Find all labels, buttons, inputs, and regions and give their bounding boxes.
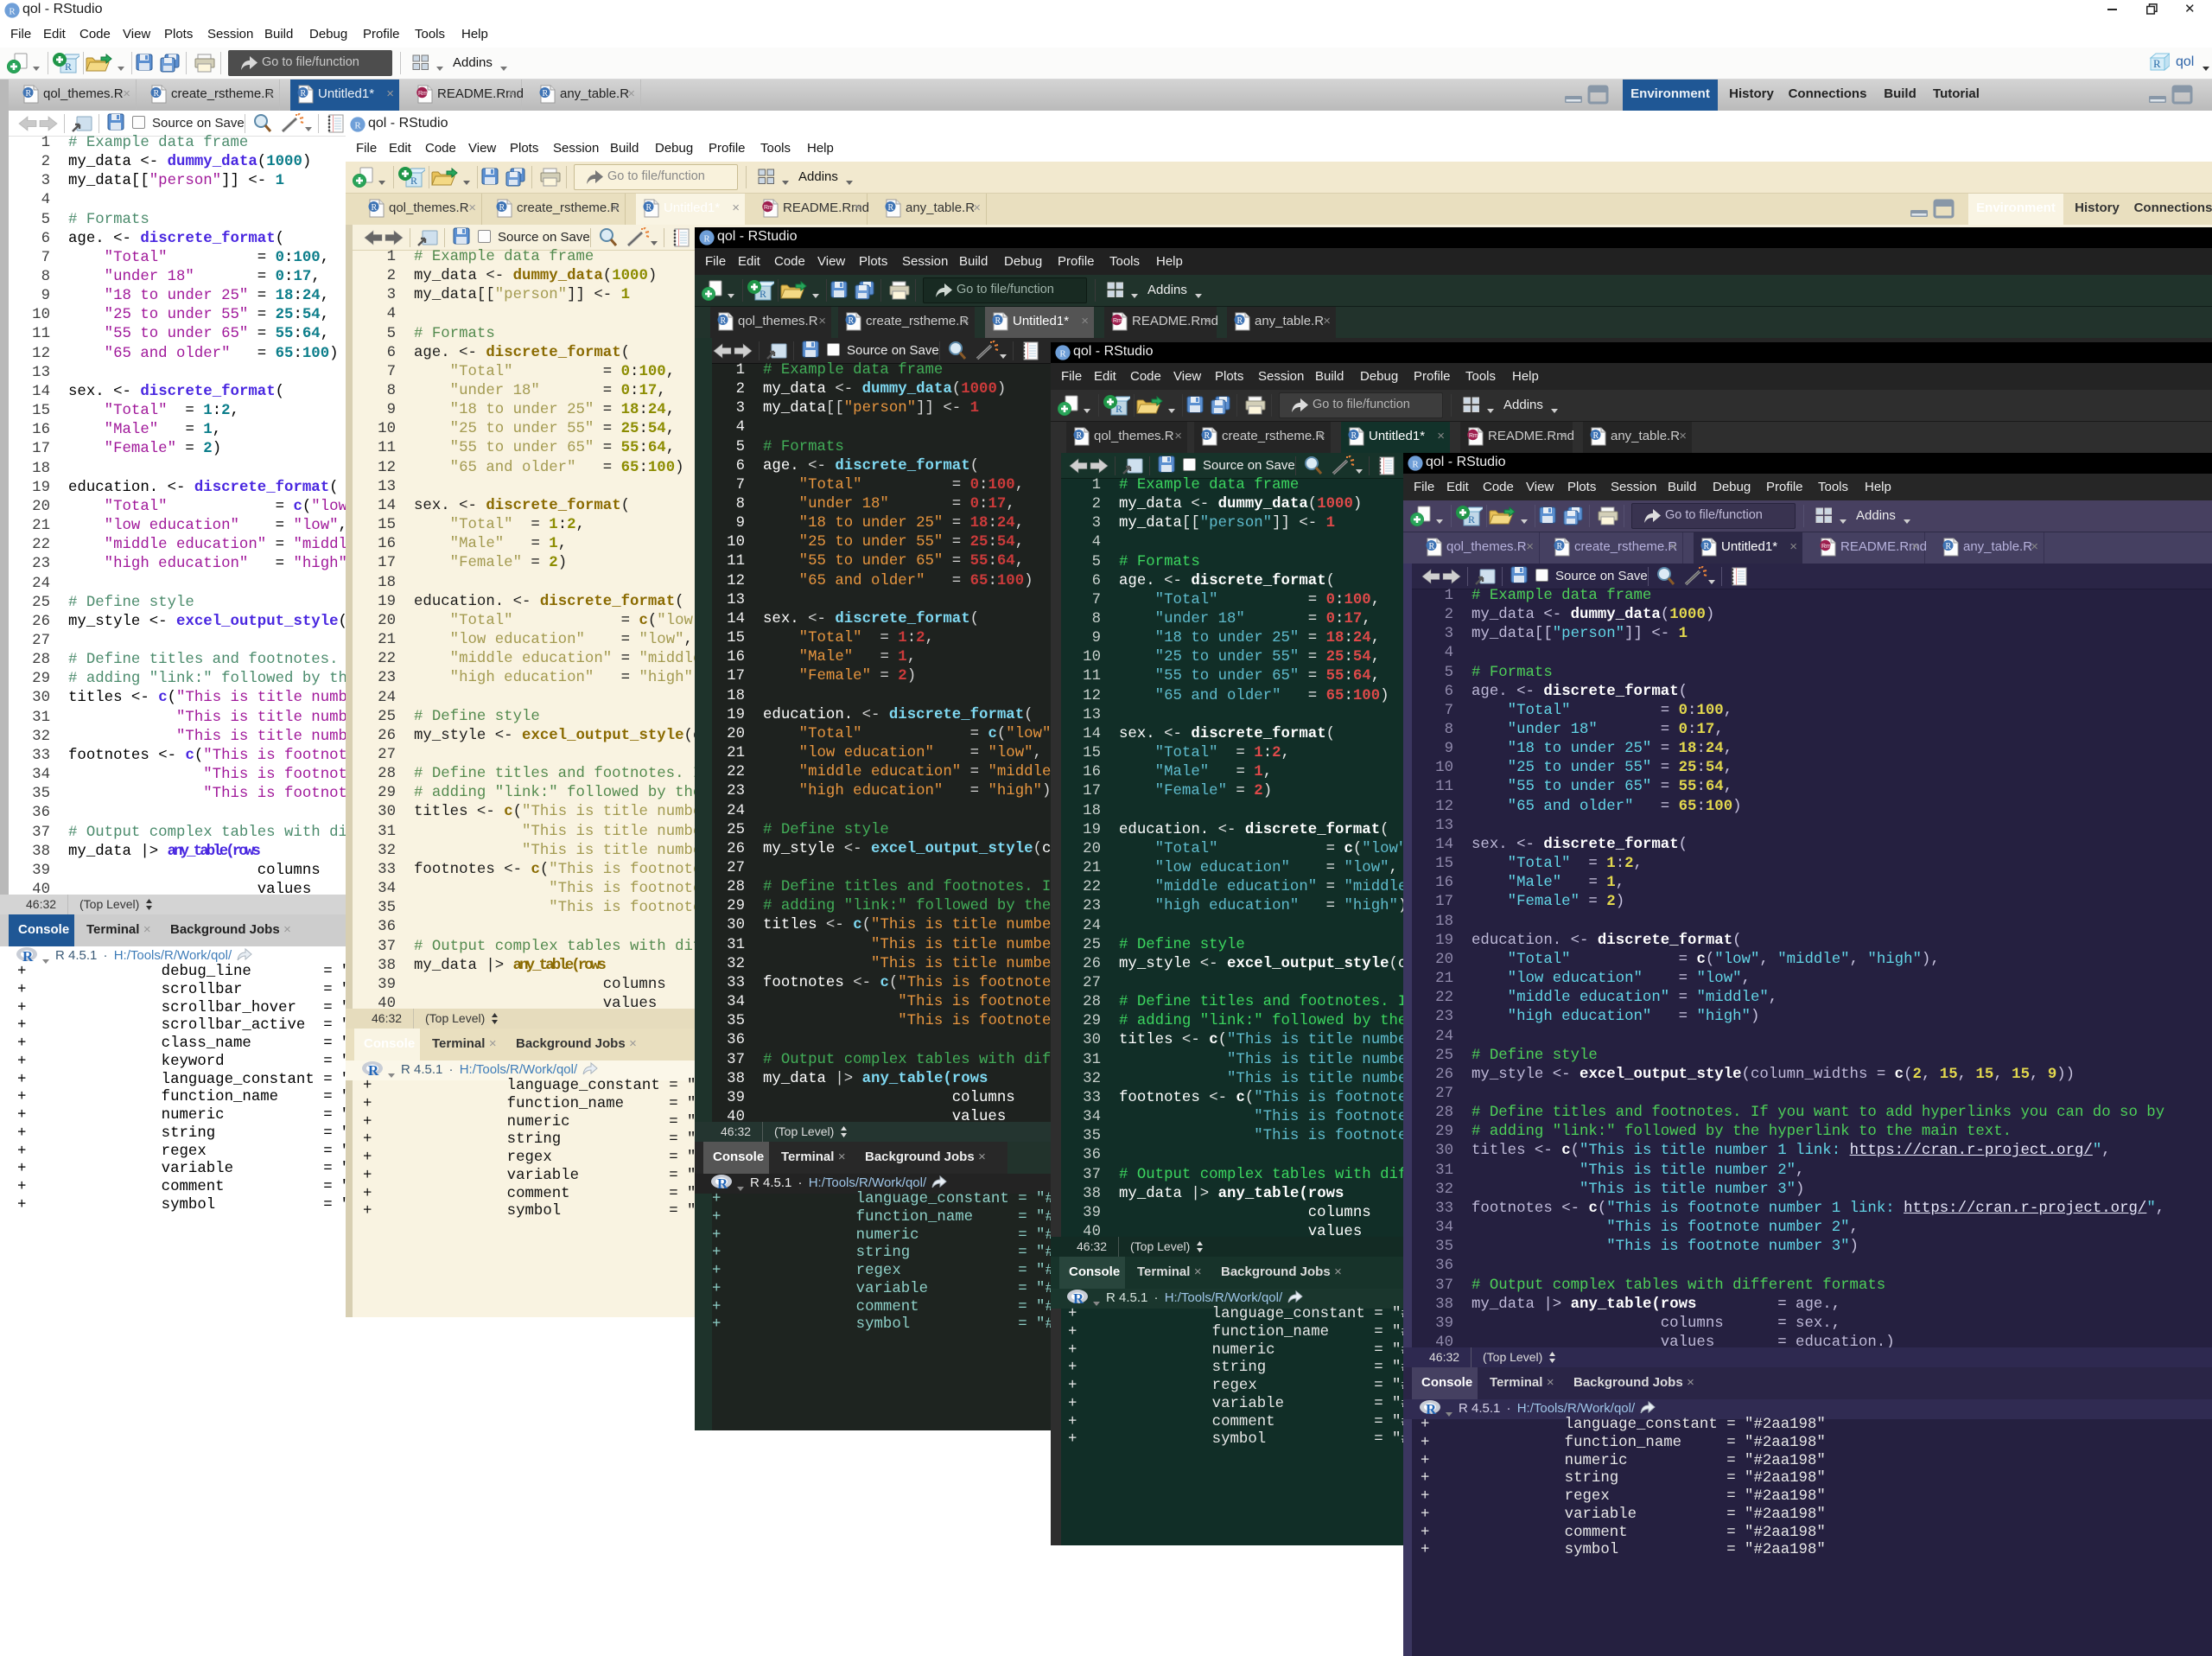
svg-text:R: R — [354, 121, 361, 131]
svg-text:Rmd: Rmd — [1821, 544, 1834, 550]
svg-text:R: R — [9, 7, 16, 17]
svg-text:R: R — [1059, 349, 1066, 360]
svg-text:R: R — [1557, 542, 1563, 551]
svg-text:R: R — [499, 203, 505, 213]
svg-text:R: R — [1593, 431, 1599, 441]
svg-text:R: R — [849, 316, 855, 326]
svg-text:R: R — [1426, 1401, 1437, 1417]
svg-text:R: R — [1946, 542, 1952, 551]
svg-text:R: R — [721, 316, 727, 326]
svg-text:R: R — [1412, 460, 1419, 470]
svg-text:R: R — [1704, 542, 1710, 551]
svg-text:Rmd: Rmd — [418, 91, 431, 97]
svg-text:R: R — [703, 234, 710, 245]
svg-text:R: R — [717, 1175, 728, 1191]
svg-text:R: R — [995, 316, 1001, 326]
svg-text:R: R — [2153, 57, 2161, 70]
svg-text:R: R — [543, 89, 549, 99]
svg-text:R: R — [301, 89, 307, 99]
svg-text:R: R — [372, 203, 378, 213]
svg-text:R: R — [1237, 316, 1243, 326]
svg-text:R: R — [888, 203, 894, 213]
svg-text:R: R — [1073, 1290, 1084, 1306]
svg-text:R: R — [1205, 431, 1211, 441]
svg-text:R: R — [1351, 431, 1357, 441]
svg-text:Rmd: Rmd — [1113, 318, 1126, 324]
svg-text:R: R — [368, 1062, 379, 1078]
svg-text:R: R — [1429, 542, 1435, 551]
svg-text:Rmd: Rmd — [764, 205, 777, 211]
svg-text:R: R — [1077, 431, 1083, 441]
svg-text:R: R — [154, 89, 160, 99]
svg-text:R: R — [646, 203, 652, 213]
svg-text:R: R — [22, 948, 34, 964]
svg-text:R: R — [26, 89, 32, 99]
svg-text:Rmd: Rmd — [1469, 433, 1482, 439]
